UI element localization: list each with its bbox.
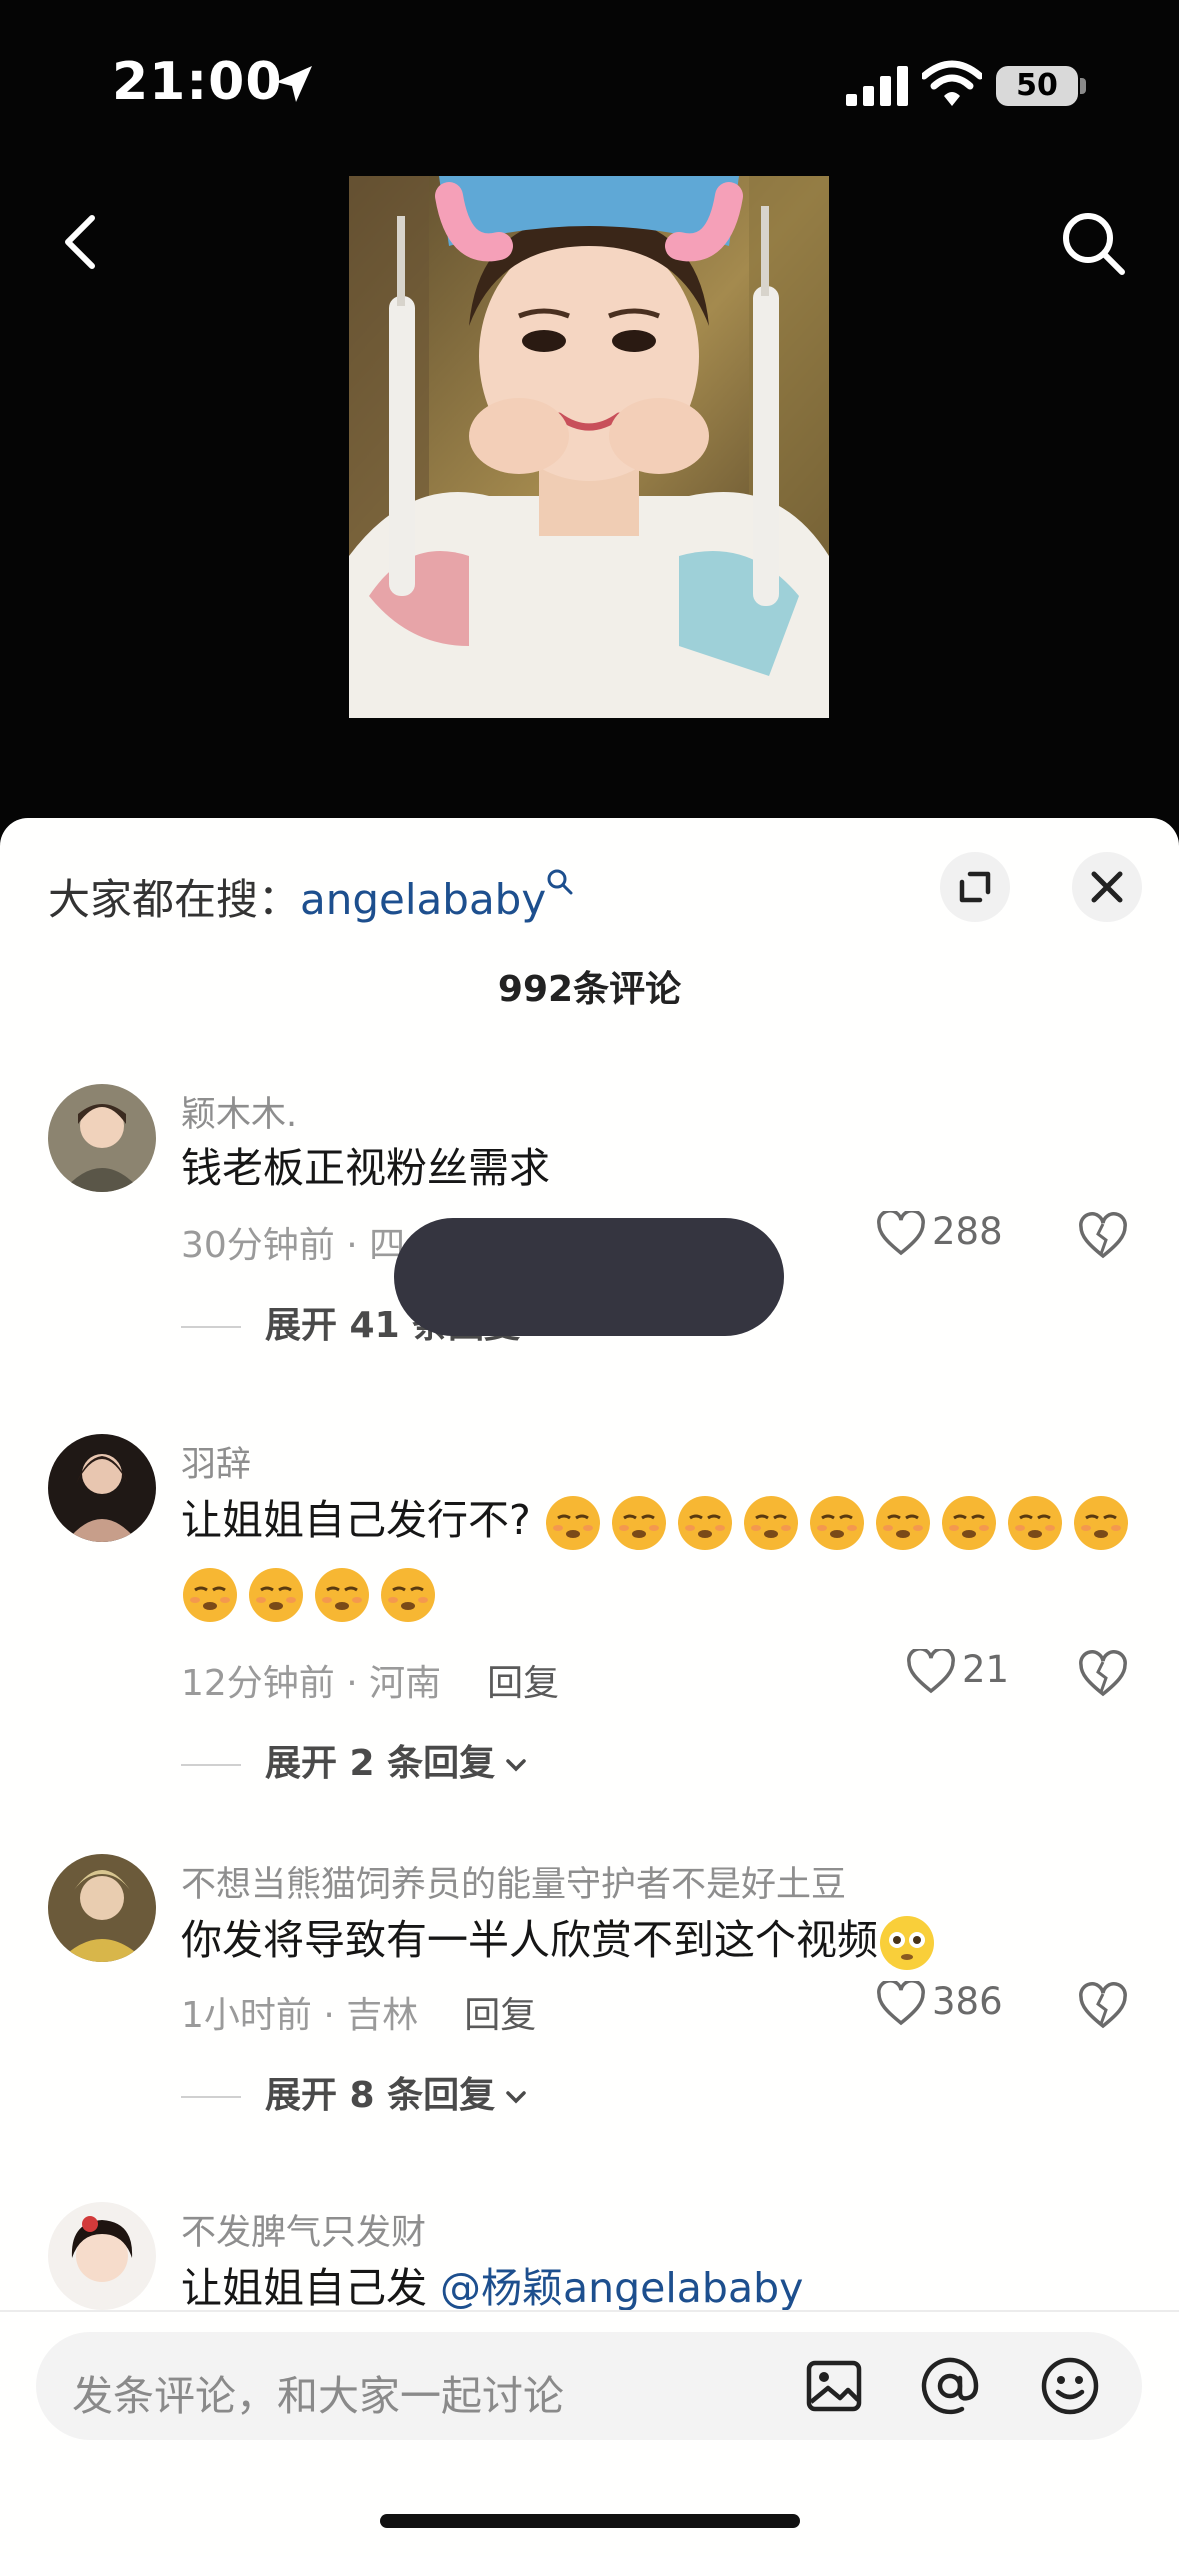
avatar-image (48, 2202, 156, 2310)
avatar-image (48, 1854, 156, 1962)
smirk-face-emoji-icon (743, 1496, 798, 1550)
comment-time: 1小时前 · 吉林 (181, 1995, 419, 2036)
comment-username[interactable]: 羽辞 (181, 1436, 251, 1487)
video-frame-image (349, 176, 829, 718)
comment-meta: 12分钟前 · 河南 回复 (181, 1654, 559, 1706)
divider-line (181, 1326, 241, 1328)
comment-text[interactable]: 让姐姐自己发行不? (181, 1484, 1141, 1628)
avatar[interactable] (48, 1854, 156, 1962)
like-button[interactable]: 21 (906, 1646, 1010, 1695)
at-mention-icon[interactable] (916, 2352, 984, 2420)
status-time: 21:00 (112, 52, 283, 112)
reply-button[interactable]: 回复 (487, 1663, 559, 1704)
comment-meta: 30分钟前 · 四 (181, 1216, 405, 1268)
comment-sheet: 大家都在搜：angelababy 992条评论 颖木木. 钱老板正视粉丝需求 3… (0, 818, 1179, 2556)
comment-input-placeholder: 发条评论，和大家一起讨论 (72, 2372, 564, 2420)
expand-replies-button[interactable]: 展开 8 条回复 (181, 2066, 531, 2118)
video-thumbnail[interactable] (349, 176, 829, 718)
smirk-face-emoji-icon (249, 1568, 303, 1622)
comment-meta: 1小时前 · 吉林 回复 (181, 1986, 536, 2038)
comment-username[interactable]: 不发脾气只发财 (181, 2204, 426, 2255)
chevron-down-icon (506, 1759, 526, 1772)
heart-icon (877, 1978, 925, 2025)
smirk-face-emoji-icon (611, 1496, 666, 1550)
smirk-face-emoji-icon (1073, 1496, 1128, 1550)
chevron-down-icon (506, 2091, 526, 2104)
status-bar: 21:00 50 (0, 0, 1179, 170)
battery-cap (1080, 78, 1086, 94)
smirk-face-emoji-icon (315, 1568, 369, 1622)
smirk-face-emoji-icon (809, 1496, 864, 1550)
smirk-face-emoji-icon (875, 1496, 930, 1550)
comment-text-body: 让姐姐自己发 (181, 2264, 427, 2312)
close-sheet-button[interactable] (1072, 852, 1142, 922)
mini-search-icon (547, 869, 573, 895)
battery-indicator: 50 (996, 66, 1078, 106)
like-count: 21 (962, 1648, 1010, 1691)
comment-count-title: 992条评论 (497, 969, 682, 1010)
smirk-face-emoji-icon (1007, 1496, 1062, 1550)
broken-heart-icon[interactable] (1078, 1212, 1128, 1262)
heart-icon (877, 1208, 925, 1255)
cellular-signal-icon (846, 66, 908, 106)
image-icon[interactable] (800, 2352, 868, 2420)
heart-icon (907, 1646, 955, 1693)
comment-text-body: 让姐姐自己发行不? (181, 1496, 531, 1544)
comment-time: 30分钟前 · 四 (181, 1225, 406, 1266)
wifi-icon (922, 60, 982, 106)
comment-input[interactable]: 发条评论，和大家一起讨论 (36, 2332, 1142, 2440)
chevron-left-icon[interactable] (46, 206, 118, 278)
like-button[interactable]: 386 (876, 1978, 1003, 2027)
avatar[interactable] (48, 1084, 156, 1192)
expand-replies-label: 展开 8 条回复 (265, 2075, 496, 2116)
like-count: 386 (932, 1980, 1003, 2023)
avatar-image (48, 1084, 156, 1192)
comment-username[interactable]: 不想当熊猫饲养员的能量守护者不是好土豆 (181, 1856, 846, 1907)
broken-heart-icon[interactable] (1078, 1650, 1128, 1700)
divider-line (181, 1764, 241, 1766)
expand-replies-label: 展开 2 条回复 (265, 1743, 496, 1784)
comment-text[interactable]: 钱老板正视粉丝需求 (181, 1132, 550, 1204)
mention-link[interactable]: @杨颖angelababy (440, 2264, 803, 2312)
smirk-face-emoji-icon (545, 1496, 600, 1550)
expand-replies-button[interactable]: 展开 2 条回复 (181, 1734, 531, 1786)
expand-sheet-button[interactable] (940, 852, 1010, 922)
like-count: 288 (932, 1210, 1003, 1253)
hot-search-bar[interactable]: 大家都在搜：angelababy (48, 866, 574, 927)
comment-text-body: 你发将导致有一半人欣赏不到这个视频 (181, 1916, 878, 1964)
smirk-face-emoji-icon (381, 1568, 435, 1622)
comment-text[interactable]: 你发将导致有一半人欣赏不到这个视频 (181, 1904, 944, 1976)
avatar-image (48, 1434, 156, 1542)
divider-line (181, 2096, 241, 2098)
avatar[interactable] (48, 2202, 156, 2310)
avatar[interactable] (48, 1434, 156, 1542)
flushed-face-emoji-icon (880, 1916, 934, 1970)
smirk-face-emoji-icon (183, 1568, 237, 1622)
home-indicator (380, 2514, 800, 2528)
comment-time: 12分钟前 · 河南 (181, 1663, 442, 1704)
close-icon (1091, 871, 1123, 903)
location-arrow-icon (276, 66, 312, 102)
smirk-face-emoji-icon (677, 1496, 732, 1550)
expand-icon (959, 871, 991, 903)
hot-search-keyword[interactable]: angelababy (300, 875, 546, 924)
hot-search-prefix: 大家都在搜： (48, 875, 301, 924)
like-button[interactable]: 288 (876, 1208, 1003, 1257)
comment-username[interactable]: 颖木木. (181, 1086, 297, 1137)
smirk-face-emoji-icon (941, 1496, 996, 1550)
toast-overlay (394, 1218, 784, 1336)
broken-heart-icon[interactable] (1078, 1982, 1128, 2032)
search-icon[interactable] (1056, 206, 1132, 282)
reply-button[interactable]: 回复 (464, 1995, 536, 2036)
emoji-icon[interactable] (1036, 2352, 1104, 2420)
